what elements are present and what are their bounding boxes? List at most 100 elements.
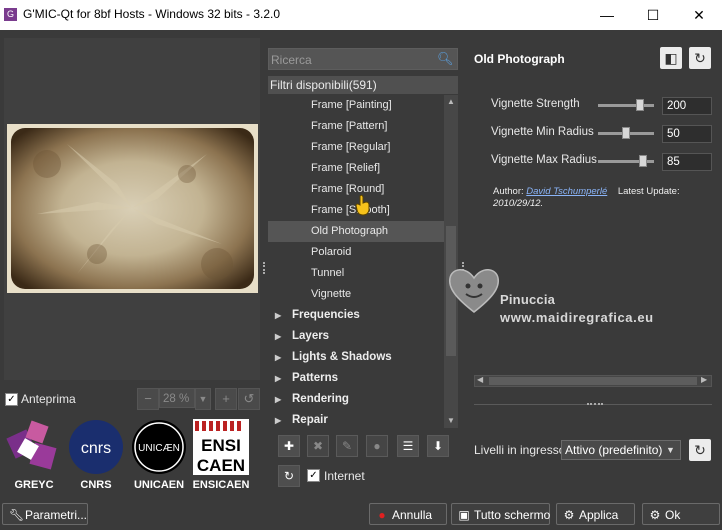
filter-tree[interactable]: Frame [Painting] Frame [Pattern] Frame […: [268, 95, 444, 428]
logo-label-greyc: GREYC: [14, 479, 54, 491]
scroll-right-icon[interactable]: ▶: [701, 375, 707, 384]
preview-image: [7, 124, 258, 293]
app-icon: G: [4, 8, 17, 21]
watermark-url: www.maidiregrafica.eu: [500, 310, 654, 325]
param-label: Vignette Max Radius: [491, 154, 597, 166]
param-value[interactable]: 50: [662, 125, 712, 143]
filters-header[interactable]: Filtri disponibili(591): [268, 76, 458, 94]
expand-arrow-icon: ▶: [275, 353, 282, 362]
update-date: 2010/29/12.: [493, 198, 544, 209]
zoom-out-button[interactable]: −: [137, 388, 159, 410]
stop-icon: ●: [378, 508, 386, 522]
expand-arrow-icon: ▶: [275, 374, 282, 383]
scrollbar-thumb[interactable]: [489, 377, 697, 385]
filter-item[interactable]: Tunnel: [268, 263, 444, 284]
filter-category[interactable]: ▶ Lights & Shadows: [268, 347, 444, 368]
filter-category[interactable]: ▶ Repair: [268, 410, 444, 428]
filter-item[interactable]: Frame [Painting]: [268, 95, 444, 116]
minimize-button[interactable]: —: [584, 0, 630, 30]
scroll-up-icon[interactable]: ▲: [447, 97, 455, 106]
filter-category[interactable]: ▶ Frequencies: [268, 305, 444, 326]
cnrs-logo: cnrs: [69, 420, 123, 474]
param-value[interactable]: 200: [662, 97, 712, 115]
internet-checkbox[interactable]: ✓: [307, 469, 320, 482]
svg-text:UNICÆN: UNICÆN: [138, 443, 180, 454]
filter-category[interactable]: ▶ Layers: [268, 326, 444, 347]
search-icon[interactable]: 🔍︎: [437, 51, 454, 67]
fullscreen-icon: ▣: [458, 508, 470, 522]
watermark-name: Pinuccia: [500, 292, 556, 307]
author-label: Author:: [493, 186, 524, 197]
unicaen-logo: UNICÆN: [132, 420, 186, 474]
hand-cursor-icon: [355, 194, 370, 216]
maximize-button[interactable]: ☐: [630, 0, 676, 30]
zoom-field[interactable]: 28 %: [159, 388, 195, 408]
filter-title: Old Photograph: [474, 52, 565, 66]
latest-update-label: Latest Update:: [617, 186, 680, 197]
splitter-handle[interactable]: [587, 403, 603, 408]
wrench-icon: 🔧︎: [9, 508, 25, 522]
filter-item[interactable]: Frame [Pattern]: [268, 116, 444, 137]
param-slider[interactable]: [598, 104, 654, 107]
rename-favorite-button[interactable]: ✎: [336, 435, 358, 457]
fullscreen-button[interactable]: ▣ Tutto schermo: [451, 503, 550, 525]
search-input[interactable]: [269, 49, 433, 71]
filter-category[interactable]: ▶ Patterns: [268, 368, 444, 389]
slider-thumb[interactable]: [638, 155, 647, 167]
svg-text:CAEN: CAEN: [197, 456, 245, 475]
window-title: G'MIC-Qt for 8bf Hosts - Windows 32 bits…: [23, 7, 281, 21]
slider-thumb[interactable]: [636, 99, 645, 111]
preview-checkbox-label: Anteprima: [21, 392, 76, 406]
scroll-down-icon[interactable]: ▼: [447, 416, 455, 425]
chevron-down-icon: ▼: [666, 445, 675, 455]
close-button[interactable]: ✕: [676, 0, 722, 30]
zoom-in-button[interactable]: +: [215, 388, 237, 410]
svg-text:cnrs: cnrs: [81, 440, 111, 457]
internet-label: Internet: [324, 469, 365, 483]
splitter-handle[interactable]: [263, 262, 267, 274]
preview-split-button[interactable]: ◧: [660, 47, 682, 69]
ok-icon: ⚙: [649, 508, 661, 522]
author-link[interactable]: David Tschumperlé: [526, 186, 607, 197]
apply-button[interactable]: ⚙ Applica: [556, 503, 635, 525]
input-layers-label: Livelli in ingresso: [474, 443, 566, 457]
filter-category[interactable]: ▶ Rendering: [268, 389, 444, 410]
add-favorite-button[interactable]: ✚: [278, 435, 300, 457]
param-value[interactable]: 85: [662, 153, 712, 171]
filter-list-scrollbar[interactable]: ▲ ▼: [444, 95, 458, 428]
expand-arrow-icon: ▶: [275, 416, 282, 425]
gear-icon: ⚙: [563, 508, 575, 522]
input-layers-select[interactable]: Attivo (predefinito) ▼: [561, 440, 681, 460]
filter-item-selected[interactable]: Old Photograph: [268, 221, 444, 242]
params-button[interactable]: 🔧︎Parametri...: [2, 503, 88, 525]
zoom-dropdown-icon[interactable]: ▼: [195, 388, 211, 410]
download-icon[interactable]: ⬇: [427, 435, 449, 457]
search-box[interactable]: 🔍︎: [268, 48, 458, 71]
expand-arrow-icon: ▶: [275, 332, 282, 341]
logo-label-cnrs: CNRS: [80, 479, 112, 491]
svg-text:ENSI: ENSI: [201, 436, 241, 455]
reset-params-button[interactable]: ↻: [689, 47, 711, 69]
filter-item[interactable]: Polaroid: [268, 242, 444, 263]
input-layers-value: Attivo (predefinito): [565, 443, 663, 457]
filter-item[interactable]: Vignette: [268, 284, 444, 305]
filter-item[interactable]: Frame [Regular]: [268, 137, 444, 158]
remove-favorite-button[interactable]: ✖: [307, 435, 329, 457]
filter-item[interactable]: Frame [Relief]: [268, 158, 444, 179]
title-bar: G G'MIC-Qt for 8bf Hosts - Windows 32 bi…: [0, 0, 722, 30]
scroll-left-icon[interactable]: ◀: [477, 375, 483, 384]
visibility-button[interactable]: ●: [366, 435, 388, 457]
refresh-filters-button[interactable]: ↻: [278, 465, 300, 487]
zoom-reset-button[interactable]: ↺: [238, 388, 260, 410]
param-label: Vignette Min Radius: [491, 126, 594, 138]
expand-collapse-button[interactable]: ☰: [397, 435, 419, 457]
param-label: Vignette Strength: [491, 98, 580, 110]
cancel-button[interactable]: ● Annulla: [369, 503, 447, 525]
preview-checkbox[interactable]: ✓: [5, 393, 18, 406]
slider-thumb[interactable]: [622, 127, 630, 139]
refresh-layers-button[interactable]: ↻: [689, 439, 711, 461]
ensicaen-logo: ENSI CAEN: [193, 419, 249, 475]
logo-label-ensicaen: ENSICAEN: [192, 479, 250, 491]
params-horizontal-scrollbar[interactable]: ◀ ▶: [474, 375, 712, 387]
ok-button[interactable]: ⚙ Ok: [642, 503, 720, 525]
